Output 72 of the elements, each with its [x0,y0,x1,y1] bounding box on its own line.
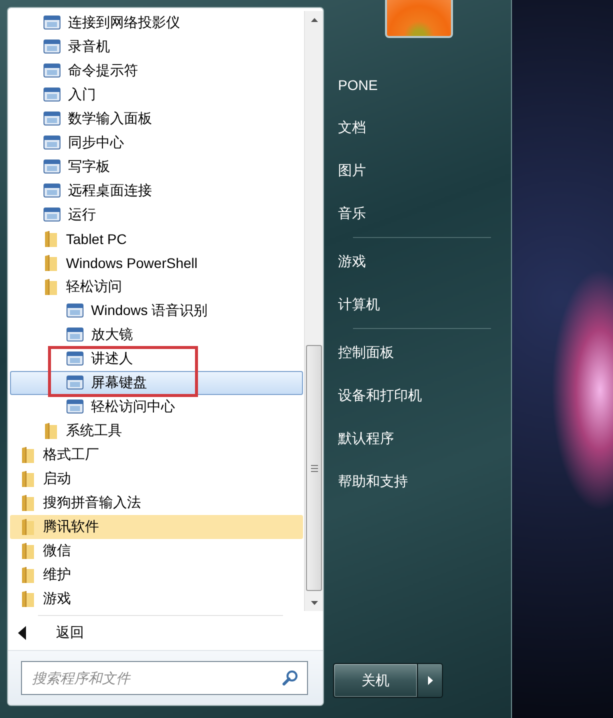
folder-item[interactable]: 启动 [10,467,303,491]
folder-icon [20,518,36,536]
folder-icon [43,422,59,440]
menu-link[interactable]: 图片 [333,149,511,192]
program-item[interactable]: 运行 [10,203,303,227]
folder-icon [43,254,59,272]
menu-link[interactable]: 设备和打印机 [333,374,511,417]
application-icon [66,350,84,368]
caret-icon [428,676,432,685]
application-icon [43,158,61,176]
up-arrow-icon [310,18,318,22]
application-icon [66,374,84,392]
program-item[interactable]: 数学输入面板 [10,107,303,131]
search-icon [282,670,298,686]
menu-link[interactable]: 计算机 [333,283,511,326]
program-item[interactable]: 录音机 [10,35,303,59]
program-item[interactable]: 放大镜 [10,323,303,347]
grip-icon [310,464,318,472]
program-item[interactable]: 入门 [10,83,303,107]
application-icon [43,14,61,32]
folder-item[interactable]: 格式工厂 [10,443,303,467]
program-item[interactable]: Windows 语音识别 [10,299,303,323]
application-icon [43,134,61,152]
menu-link[interactable]: 游戏 [333,240,511,283]
folder-item[interactable]: Tablet PC [10,227,303,251]
application-icon [43,110,61,128]
application-icon [66,398,84,416]
program-item[interactable]: 远程桌面连接 [10,179,303,203]
application-icon [43,86,61,104]
folder-icon [20,542,36,560]
folder-item[interactable]: 轻松访问 [10,275,303,299]
scroll-thumb[interactable] [306,345,322,591]
folder-item[interactable]: 微信 [10,539,303,563]
program-item[interactable]: 屏幕键盘 [10,371,303,395]
folder-item[interactable]: 游戏 [10,587,303,611]
application-icon [43,182,61,200]
menu-link[interactable]: PONE [333,63,511,106]
folder-icon [20,566,36,584]
application-icon [43,38,61,56]
program-item[interactable]: 同步中心 [10,131,303,155]
program-item[interactable]: 命令提示符 [10,59,303,83]
shutdown-options-button[interactable] [418,663,443,698]
program-item[interactable]: 写字板 [10,155,303,179]
back-icon [18,626,26,640]
shutdown-button[interactable]: 关机 [333,663,418,698]
down-arrow-icon [310,600,318,604]
program-item[interactable]: 讲述人 [10,347,303,371]
program-item[interactable]: 连接到网络投影仪 [10,11,303,35]
search-field[interactable]: 搜索程序和文件 [21,661,308,695]
folder-icon [20,446,36,464]
folder-icon [20,590,36,608]
folder-icon [20,494,36,512]
folder-item[interactable]: Windows PowerShell [10,251,303,275]
scrollbar[interactable] [304,11,323,611]
folder-item[interactable]: 腾讯软件 [10,515,303,539]
folder-icon [43,230,59,248]
application-icon [66,302,84,320]
menu-link[interactable]: 帮助和支持 [333,460,511,503]
application-icon [43,206,61,224]
application-icon [66,326,84,344]
folder-item[interactable]: 搜狗拼音输入法 [10,491,303,515]
program-item[interactable]: 轻松访问中心 [10,395,303,419]
folder-item[interactable]: 系统工具 [10,419,303,443]
folder-icon [43,278,59,296]
back-button[interactable]: 返回 [8,616,323,650]
folder-item[interactable]: 维护 [10,563,303,587]
menu-link[interactable]: 默认程序 [333,417,511,460]
menu-link[interactable]: 控制面板 [333,331,511,374]
menu-link[interactable]: 音乐 [333,192,511,235]
menu-link[interactable]: 文档 [333,106,511,149]
folder-icon [20,470,36,488]
application-icon [43,62,61,80]
